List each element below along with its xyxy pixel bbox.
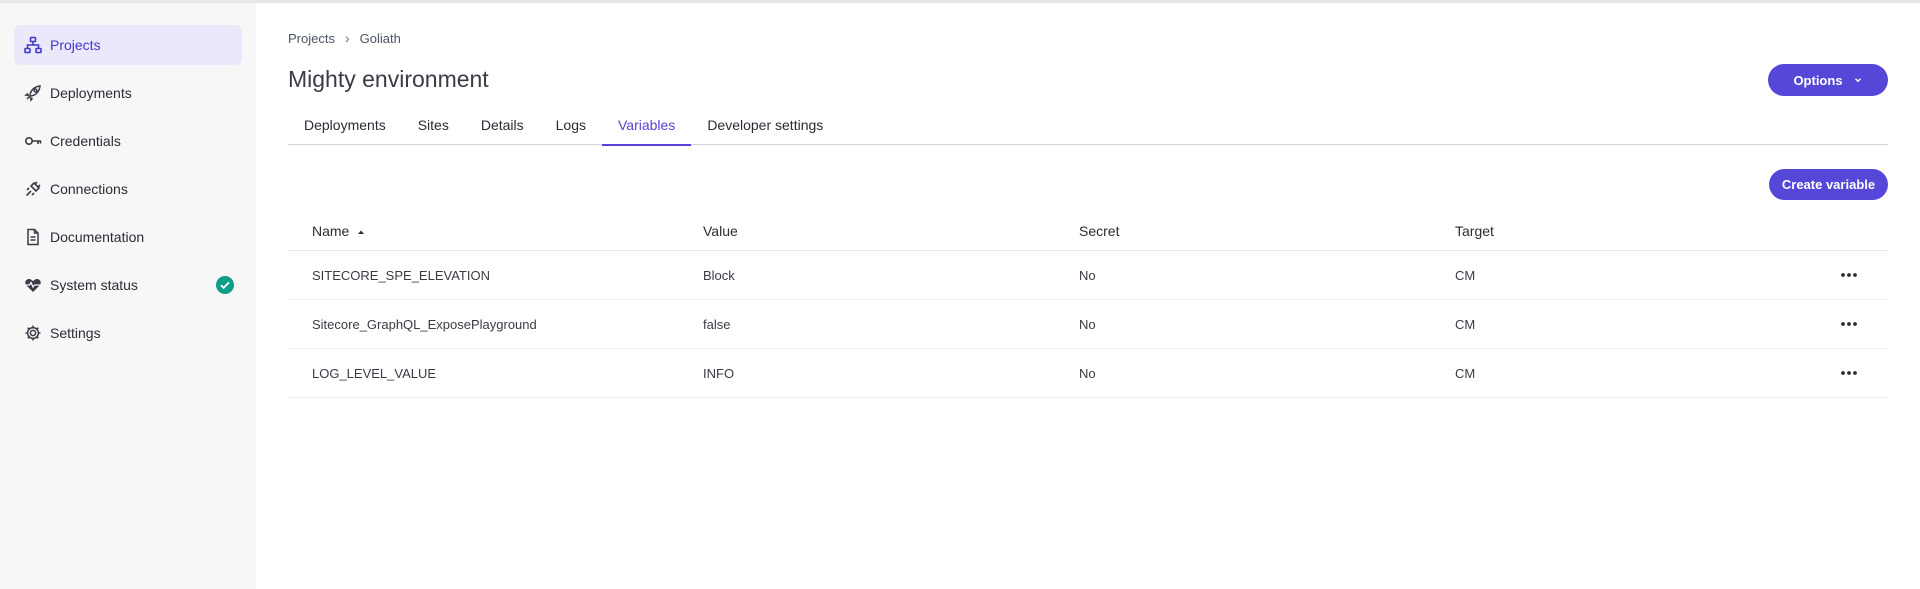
table-header: Name Value Secret Target <box>288 211 1888 251</box>
rocket-icon <box>24 84 42 102</box>
column-header-target: Target <box>1455 222 1494 239</box>
column-header-name[interactable]: Name <box>288 223 679 239</box>
sidebar-item-projects[interactable]: Projects <box>14 25 242 65</box>
row-actions <box>1807 370 1888 376</box>
sitemap-icon <box>24 36 42 54</box>
tab-bar: Deployments Sites Details Logs Variables… <box>288 111 1888 146</box>
variable-target: CM <box>1455 267 1476 283</box>
variable-target: CM <box>1455 365 1476 381</box>
variable-secret: No <box>1079 267 1096 283</box>
column-header-value: Value <box>703 222 738 239</box>
variable-secret: No <box>1079 365 1096 381</box>
tab-logs[interactable]: Logs <box>540 111 602 145</box>
more-horizontal-icon[interactable] <box>1840 370 1858 376</box>
create-variable-button[interactable]: Create variable <box>1769 169 1888 200</box>
tab-variables[interactable]: Variables <box>601 111 692 146</box>
row-actions <box>1807 272 1888 278</box>
tab-sites[interactable]: Sites <box>402 111 465 145</box>
variable-name: LOG_LEVEL_VALUE <box>312 365 437 381</box>
row-actions <box>1807 321 1888 327</box>
plug-icon <box>24 180 42 198</box>
sidebar-item-system-status[interactable]: System status <box>14 265 242 305</box>
chevron-down-icon <box>1854 78 1861 83</box>
breadcrumb: Projects › Goliath <box>288 30 401 46</box>
sidebar-item-connections[interactable]: Connections <box>14 169 242 209</box>
variable-target: CM <box>1455 316 1476 332</box>
app-root: Projects Deployments Credentials Connect… <box>0 0 1920 589</box>
breadcrumb-link-projects[interactable]: Projects <box>288 31 335 46</box>
variable-value: Block <box>703 267 735 283</box>
page-title: Mighty environment <box>288 66 489 92</box>
column-header-secret: Secret <box>1079 222 1120 239</box>
document-icon <box>24 228 42 246</box>
sidebar-item-label: Connections <box>50 181 128 197</box>
sidebar-item-documentation[interactable]: Documentation <box>14 217 242 257</box>
main-content: Projects › Goliath Mighty environment Op… <box>256 3 1920 589</box>
tab-deployments[interactable]: Deployments <box>288 111 402 145</box>
breadcrumb-separator: › <box>344 30 350 46</box>
variable-name: Sitecore_GraphQL_ExposePlayground <box>312 316 537 332</box>
sidebar-item-label: Settings <box>50 325 101 341</box>
check-circle-icon <box>216 276 234 294</box>
sidebar-item-deployments[interactable]: Deployments <box>14 73 242 113</box>
tab-details[interactable]: Details <box>465 111 540 145</box>
variable-name: SITECORE_SPE_ELEVATION <box>312 267 490 283</box>
sidebar-item-label: Documentation <box>50 229 145 245</box>
table-row: Sitecore_GraphQL_ExposePlayground false … <box>288 300 1888 349</box>
tab-developer-settings[interactable]: Developer settings <box>691 111 839 145</box>
sidebar-item-label: Credentials <box>50 133 121 149</box>
gear-icon <box>24 324 42 342</box>
sidebar-item-label: Projects <box>50 37 101 53</box>
more-horizontal-icon[interactable] <box>1840 321 1858 327</box>
table-row: LOG_LEVEL_VALUE INFO No CM <box>288 349 1888 398</box>
table-row: SITECORE_SPE_ELEVATION Block No CM <box>288 251 1888 300</box>
variables-table: Name Value Secret Target SITECORE_SPE_EL… <box>288 211 1888 398</box>
options-button[interactable]: Options <box>1768 64 1888 96</box>
breadcrumb-current[interactable]: Goliath <box>360 31 401 46</box>
sort-ascending-icon <box>358 230 365 234</box>
variable-value: INFO <box>703 365 735 381</box>
heartbeat-icon <box>24 276 42 294</box>
sidebar-item-label: Deployments <box>50 85 132 101</box>
sidebar-item-credentials[interactable]: Credentials <box>14 121 242 161</box>
sidebar-item-label: System status <box>50 277 138 293</box>
options-button-label: Options <box>1793 72 1843 88</box>
variable-secret: No <box>1079 316 1096 332</box>
sidebar: Projects Deployments Credentials Connect… <box>0 3 256 589</box>
sidebar-item-settings[interactable]: Settings <box>14 313 242 353</box>
more-horizontal-icon[interactable] <box>1840 272 1858 278</box>
variable-value: false <box>703 316 731 332</box>
key-icon <box>24 132 42 150</box>
